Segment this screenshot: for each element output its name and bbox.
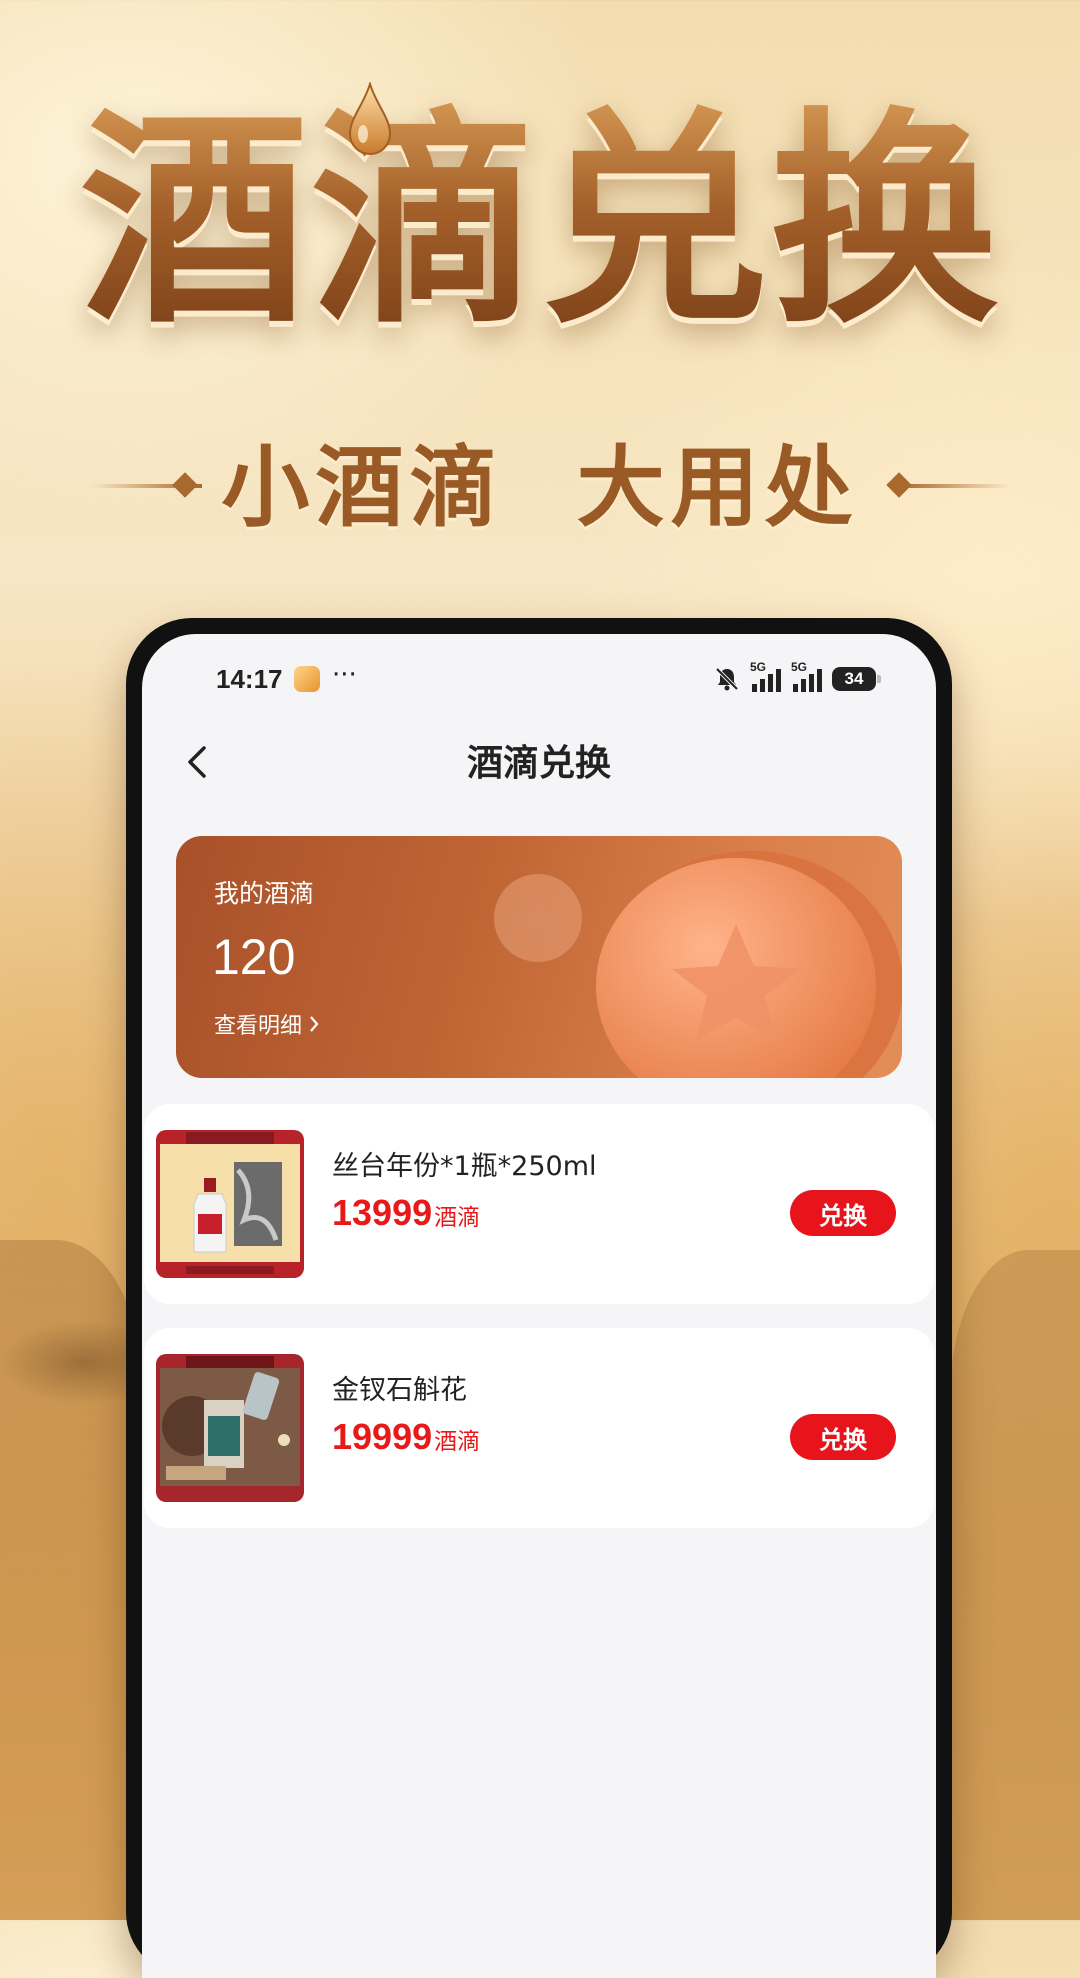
battery-icon: 34 (832, 667, 881, 691)
product-price: 13999 酒滴 (332, 1192, 480, 1234)
background-dunes-left (0, 1240, 140, 1920)
product-price: 19999 酒滴 (332, 1416, 480, 1458)
background-dunes-right (950, 1250, 1080, 1920)
network-type-2: 5G (791, 660, 808, 674)
view-details-link[interactable]: 查看明细 (214, 1008, 320, 1040)
product-name: 金钗石斛花 (332, 1375, 467, 1406)
product-card[interactable]: 丝台年份*1瓶*250ml 13999 酒滴 兑换 (144, 1104, 934, 1304)
hero-slogan: 小酒滴 大用处 (221, 436, 859, 539)
redeem-button[interactable]: 兑换 (790, 1414, 896, 1460)
product-image-dendrobium-box (156, 1354, 304, 1502)
balance-label: 我的酒滴 (214, 879, 315, 908)
page-title: 酒滴兑换 (466, 743, 611, 784)
chevron-right-icon (310, 1016, 319, 1032)
status-time: 14:17 (216, 664, 283, 694)
nav-bar: 酒滴兑换 (142, 730, 936, 790)
hero-title: 酒滴兑换 (0, 90, 1080, 350)
slogan-row: 小酒滴 大用处 (0, 438, 1080, 538)
app-notification-icon (294, 666, 320, 692)
status-icons: 5G 5G 34 (714, 660, 881, 694)
more-notifications-icon: ··· (332, 660, 357, 690)
bell-muted-icon (715, 667, 739, 691)
price-unit: 酒滴 (434, 1205, 481, 1231)
product-card[interactable]: 金钗石斛花 19999 酒滴 兑换 (144, 1328, 934, 1528)
balance-card: 我的酒滴 120 查看明细 (176, 836, 902, 1078)
status-bar: 14:17 ··· 5G 5G 34 (142, 634, 936, 700)
product-image-baijiu-bottle (156, 1130, 304, 1278)
phone-frame: 14:17 ··· 5G 5G 34 酒滴兑换 我的酒滴 120 查看明细 丝台… (126, 618, 952, 1978)
price-value: 13999 (332, 1192, 433, 1233)
signal-icon-1: 5G (750, 660, 781, 692)
price-value: 19999 (332, 1416, 433, 1457)
product-name: 丝台年份*1瓶*250ml (332, 1151, 597, 1182)
view-details-label: 查看明细 (214, 1014, 303, 1039)
price-unit: 酒滴 (434, 1429, 481, 1455)
network-type-1: 5G (750, 660, 767, 674)
redeem-button[interactable]: 兑换 (790, 1190, 896, 1236)
liquor-drop-icon (348, 82, 392, 155)
phone-screen: 14:17 ··· 5G 5G 34 酒滴兑换 我的酒滴 120 查看明细 丝台… (142, 634, 936, 1978)
balance-value: 120 (212, 929, 296, 985)
ornament-line-right (900, 484, 1010, 488)
signal-icon-2: 5G (791, 660, 822, 692)
